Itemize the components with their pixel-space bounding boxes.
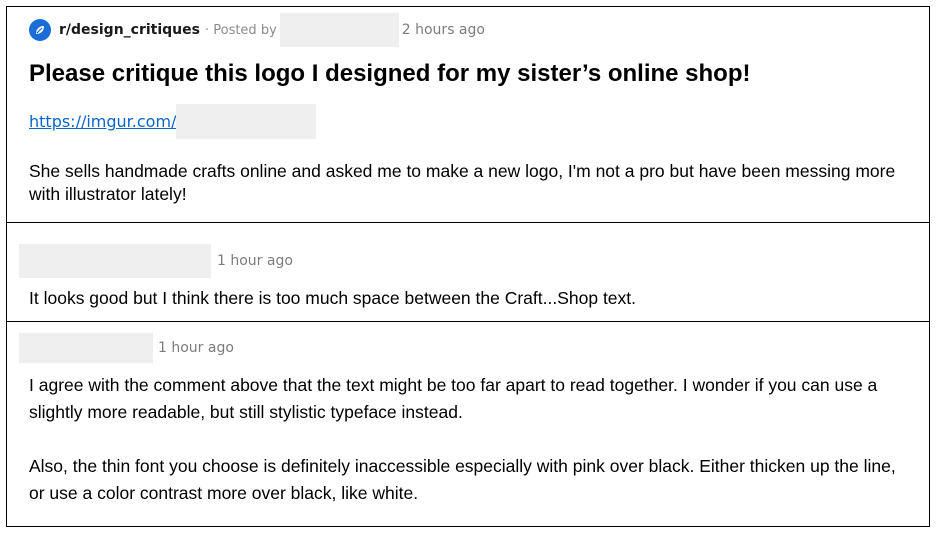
post-body: She sells handmade crafts online and ask… [29, 161, 896, 204]
post-meta: r/design_critiques · Posted by 2 hours a… [29, 13, 485, 47]
comment-timestamp: 1 hour ago [158, 340, 234, 356]
comment-paragraph: I agree with the comment above that the … [29, 375, 878, 422]
redacted-username [279, 13, 399, 47]
post-link-row: https://imgur.com/ [29, 104, 317, 139]
posted-by-label: · Posted by [204, 22, 277, 38]
comment-body: It looks good but I think there is too m… [29, 288, 637, 308]
subreddit-link[interactable]: r/design_critiques [59, 22, 200, 38]
comment: 1 hour ago I agree with the comment abov… [6, 321, 930, 527]
imgur-link[interactable]: https://imgur.com/ [29, 112, 176, 131]
post-card: r/design_critiques · Posted by 2 hours a… [6, 6, 930, 223]
redacted-username [19, 333, 153, 363]
post-title[interactable]: Please critique this logo I designed for… [29, 60, 751, 88]
comment-paragraph: Also, the thin font you choose is defini… [29, 456, 896, 503]
redacted-link-path [176, 104, 317, 139]
redacted-username [19, 244, 211, 278]
subreddit-icon[interactable] [29, 19, 51, 41]
post-timestamp: 2 hours ago [401, 22, 485, 38]
comment: 1 hour ago It looks good but I think the… [6, 223, 930, 322]
comment-timestamp: 1 hour ago [217, 253, 293, 269]
comment-meta: 1 hour ago [19, 333, 234, 363]
comment-meta: 1 hour ago [19, 244, 293, 278]
